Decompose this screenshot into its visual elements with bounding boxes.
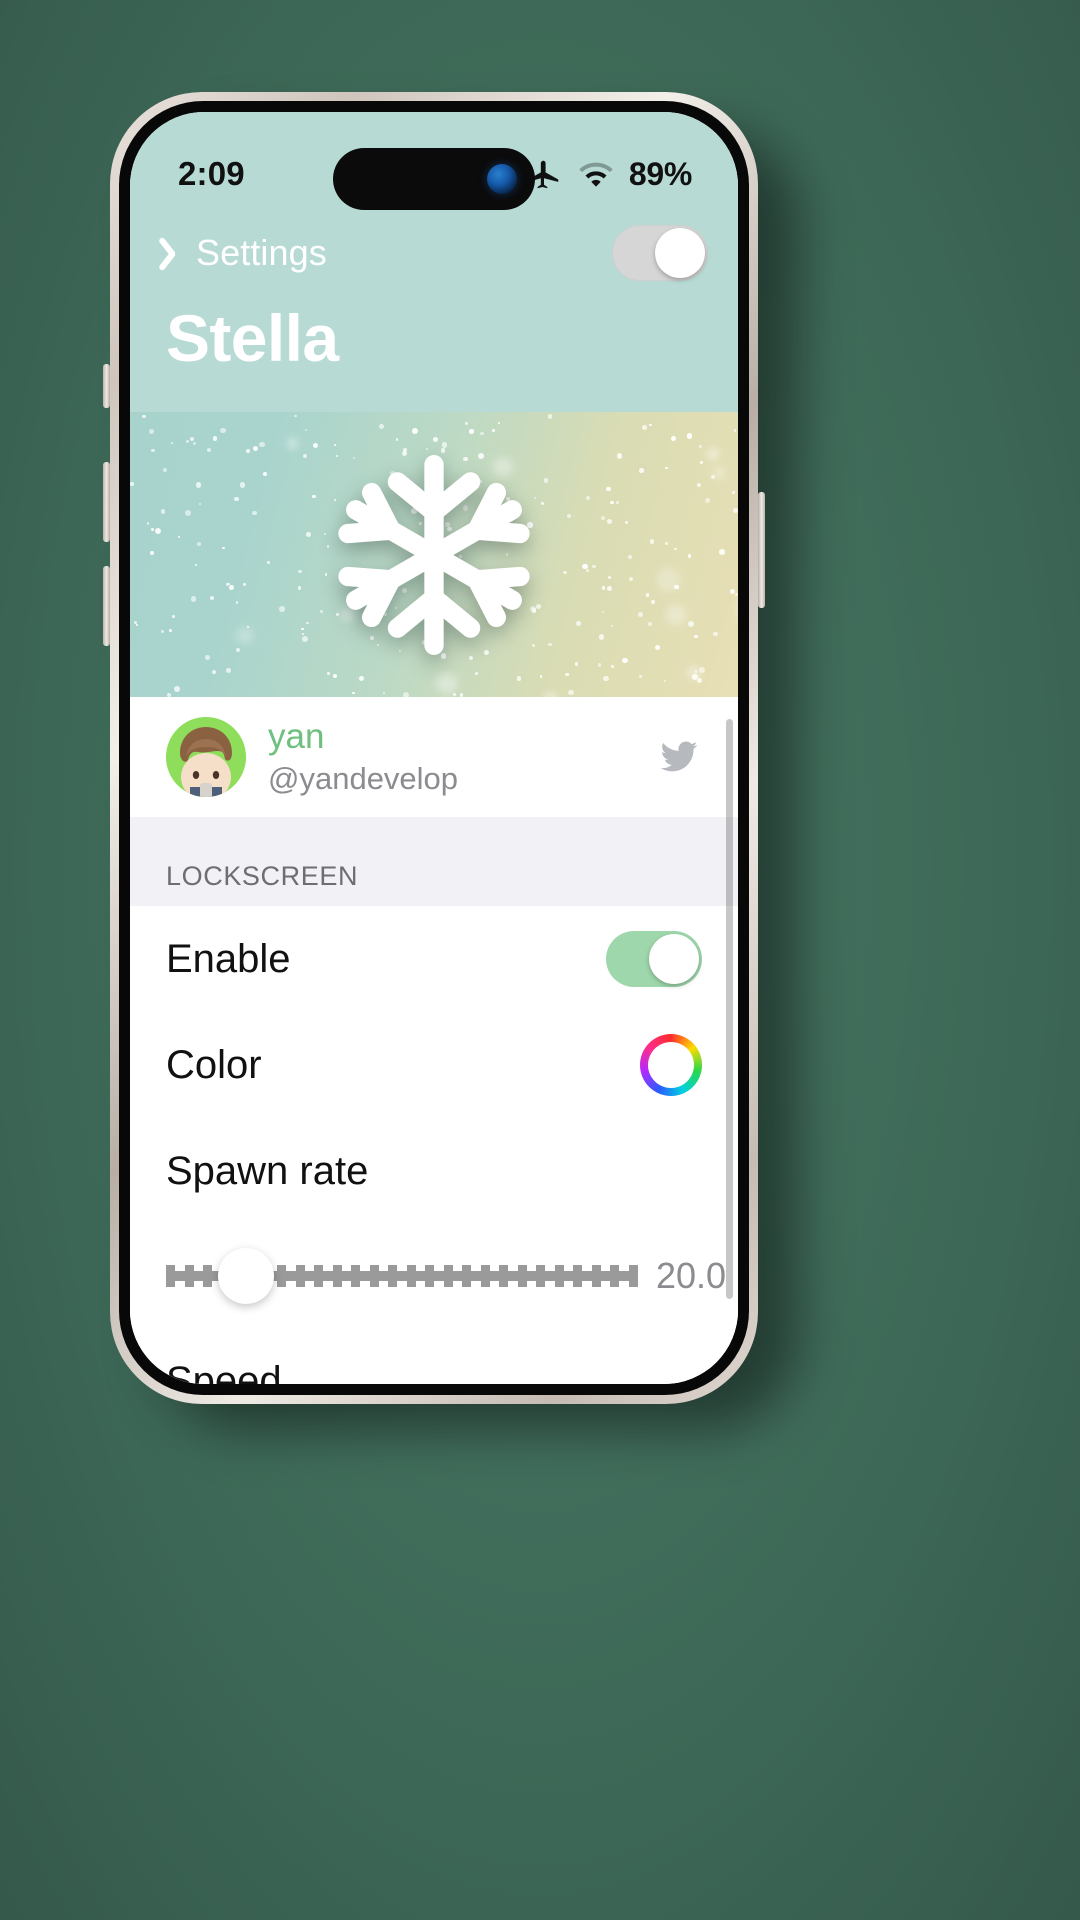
row-lockscreen-spawn-rate: Spawn rate — [130, 1118, 738, 1224]
status-indicators: 89% — [525, 155, 692, 193]
back-button[interactable]: Settings — [164, 232, 327, 274]
navigation-bar: Settings — [130, 210, 738, 296]
volume-down-button[interactable] — [103, 566, 110, 646]
phone-bezel: Settings Stella 2:09 89% yan @yandevelop… — [119, 101, 749, 1395]
developer-handle: @yandevelop — [268, 761, 459, 796]
wifi-icon — [579, 162, 613, 187]
color-picker-swatch[interactable] — [640, 1034, 702, 1096]
app-banner — [130, 412, 738, 697]
row-label: Speed — [166, 1358, 282, 1385]
spawn-rate-slider-row[interactable]: 20.0 — [130, 1224, 738, 1328]
iphone-frame: Settings Stella 2:09 89% yan @yandevelop… — [110, 92, 758, 1404]
settings-list[interactable]: yan @yandevelop LOCKSCREEN Enable Color … — [130, 697, 738, 1384]
volume-up-button[interactable] — [103, 462, 110, 542]
chevron-left-icon — [164, 234, 186, 272]
front-camera-icon — [487, 164, 517, 194]
row-lockscreen-enable[interactable]: Enable — [130, 906, 738, 1012]
twitter-icon[interactable] — [656, 737, 702, 777]
row-lockscreen-speed: Speed — [130, 1328, 738, 1384]
snowflake-icon — [338, 454, 530, 655]
developer-row[interactable]: yan @yandevelop — [130, 697, 738, 817]
silent-switch[interactable] — [103, 364, 110, 408]
slider-thumb[interactable] — [218, 1248, 275, 1304]
vertical-scrollbar[interactable] — [726, 719, 733, 1299]
page-title: Stella — [166, 301, 339, 375]
toggle-knob — [649, 934, 699, 984]
phone-screen: Settings Stella 2:09 89% yan @yandevelop… — [130, 112, 738, 1384]
power-button[interactable] — [758, 492, 765, 608]
developer-name: yan — [268, 717, 325, 756]
dynamic-island — [333, 148, 535, 210]
lockscreen-enable-toggle[interactable] — [606, 931, 702, 987]
battery-percentage: 89% — [628, 155, 692, 192]
avatar — [166, 717, 246, 797]
screenshot-root: Settings Stella 2:09 89% yan @yandevelop… — [0, 0, 1080, 1920]
toggle-knob — [655, 228, 705, 278]
section-header-lockscreen: LOCKSCREEN — [130, 817, 738, 906]
row-label: Spawn rate — [166, 1148, 369, 1193]
master-enable-toggle[interactable] — [612, 225, 708, 281]
row-label: Enable — [166, 936, 291, 981]
developer-info: yan @yandevelop — [268, 717, 634, 797]
row-label: Color — [166, 1042, 262, 1087]
row-lockscreen-color[interactable]: Color — [130, 1012, 738, 1118]
status-clock: 2:09 — [178, 155, 245, 192]
back-button-label: Settings — [196, 232, 327, 273]
spawn-rate-slider[interactable] — [166, 1247, 638, 1305]
